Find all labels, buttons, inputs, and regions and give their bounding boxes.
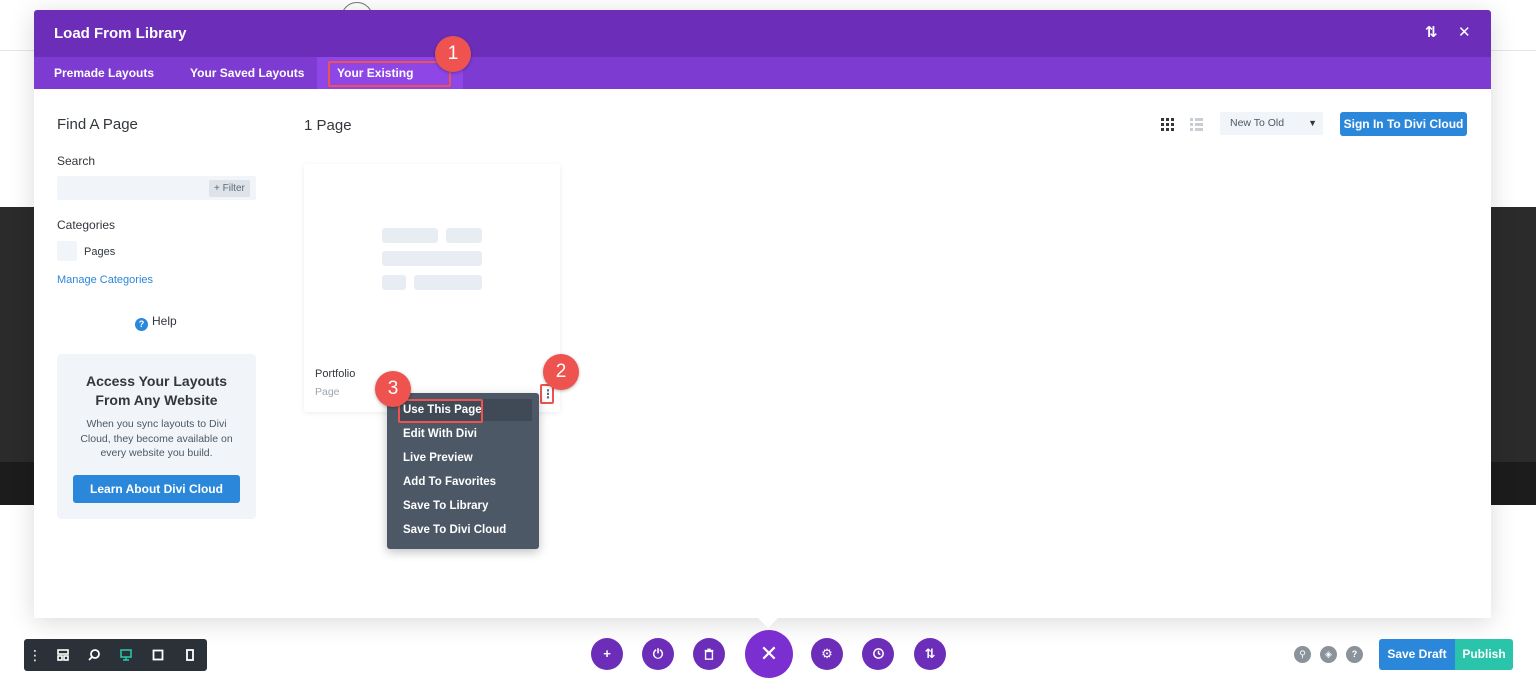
modal-notch (758, 618, 778, 628)
divi-cloud-promo: Access Your Layouts From Any Website Whe… (57, 354, 256, 519)
modal-tabs: Premade Layouts Your Saved Layouts Your … (34, 57, 1491, 112)
zoom-icon[interactable] (87, 648, 101, 662)
library-modal: Load From Library ⇅ ✕ Premade Layouts Yo… (34, 10, 1491, 618)
phone-icon[interactable] (183, 648, 197, 662)
menu-item-save-to-library[interactable]: Save To Library (403, 495, 488, 517)
page-count: 1 Page (304, 117, 352, 134)
menu-item-save-to-divi-cloud[interactable]: Save To Divi Cloud (403, 519, 506, 541)
step-badge-3: 3 (375, 371, 411, 407)
sort-selected-value: New To Old (1230, 117, 1285, 129)
categories-label: Categories (57, 218, 116, 232)
tab-saved-layouts[interactable]: Your Saved Layouts (170, 57, 324, 89)
grid-view-icon[interactable] (1161, 118, 1174, 131)
highlight-existing-pages-tab (328, 61, 451, 87)
thumbnail-placeholder (382, 275, 406, 290)
category-label-pages: Pages (84, 246, 116, 258)
step-badge-1: 1 (435, 36, 471, 72)
add-icon[interactable]: + (591, 638, 623, 670)
category-checkbox-pages[interactable] (57, 241, 77, 261)
save-draft-button[interactable]: Save Draft (1379, 639, 1455, 670)
filter-button[interactable]: + Filter (209, 180, 250, 197)
settings-icon[interactable]: ⚙ (811, 638, 843, 670)
more-icon[interactable]: ⋮ (28, 648, 42, 662)
sidebar-title: Find A Page (57, 116, 138, 133)
tab-premade-layouts[interactable]: Premade Layouts (34, 57, 174, 89)
history-icon[interactable] (862, 638, 894, 670)
close-icon[interactable]: ✕ (745, 630, 793, 678)
desktop-icon[interactable] (119, 648, 133, 662)
card-type: Page (315, 386, 340, 398)
thumbnail-placeholder (414, 275, 482, 290)
portability-icon[interactable]: ⇅ (914, 638, 946, 670)
list-view-icon[interactable] (1190, 118, 1203, 131)
layers-icon[interactable]: ◈ (1320, 646, 1337, 663)
power-icon[interactable]: ⏻ (642, 638, 674, 670)
help-label: Help (152, 314, 177, 328)
sign-in-divi-cloud-button[interactable]: Sign In To Divi Cloud (1340, 112, 1467, 136)
step-badge-2: 2 (543, 354, 579, 390)
view-toolbar: ⋮ (24, 639, 207, 671)
thumbnail-placeholder (382, 228, 438, 243)
thumbnail-placeholder (382, 251, 482, 266)
manage-categories-link[interactable]: Manage Categories (57, 274, 153, 286)
highlight-use-this-page (398, 399, 483, 423)
close-icon[interactable]: ✕ (1458, 23, 1471, 41)
page-card[interactable]: Portfolio Page (304, 164, 560, 412)
publish-button[interactable]: Publish (1455, 639, 1513, 670)
modal-header: Load From Library ⇅ ✕ (34, 10, 1491, 57)
card-title: Portfolio (315, 368, 356, 380)
layers-icon[interactable] (56, 648, 70, 662)
promo-text: When you sync layouts to Divi Cloud, the… (80, 418, 233, 459)
chevron-down-icon: ▼ (1308, 118, 1317, 128)
learn-divi-cloud-button[interactable]: Learn About Divi Cloud (73, 475, 240, 503)
menu-item-edit-with-divi[interactable]: Edit With Divi (403, 423, 477, 445)
promo-title: Access Your Layouts From Any Website (85, 373, 228, 408)
thumbnail-placeholder (446, 228, 482, 243)
help-icon: ? (135, 318, 148, 331)
menu-item-live-preview[interactable]: Live Preview (403, 447, 473, 469)
trash-icon[interactable] (693, 638, 725, 670)
search-icon[interactable]: ⚲ (1294, 646, 1311, 663)
help-link[interactable]: ? Help (135, 314, 177, 331)
search-label: Search (57, 154, 96, 168)
help-icon[interactable]: ? (1346, 646, 1363, 663)
tablet-icon[interactable] (151, 648, 165, 662)
menu-item-add-to-favorites[interactable]: Add To Favorites (403, 471, 496, 493)
sort-select[interactable]: New To Old ▼ (1220, 112, 1323, 135)
sort-icon[interactable]: ⇅ (1425, 23, 1438, 41)
modal-title: Load From Library (54, 25, 187, 42)
